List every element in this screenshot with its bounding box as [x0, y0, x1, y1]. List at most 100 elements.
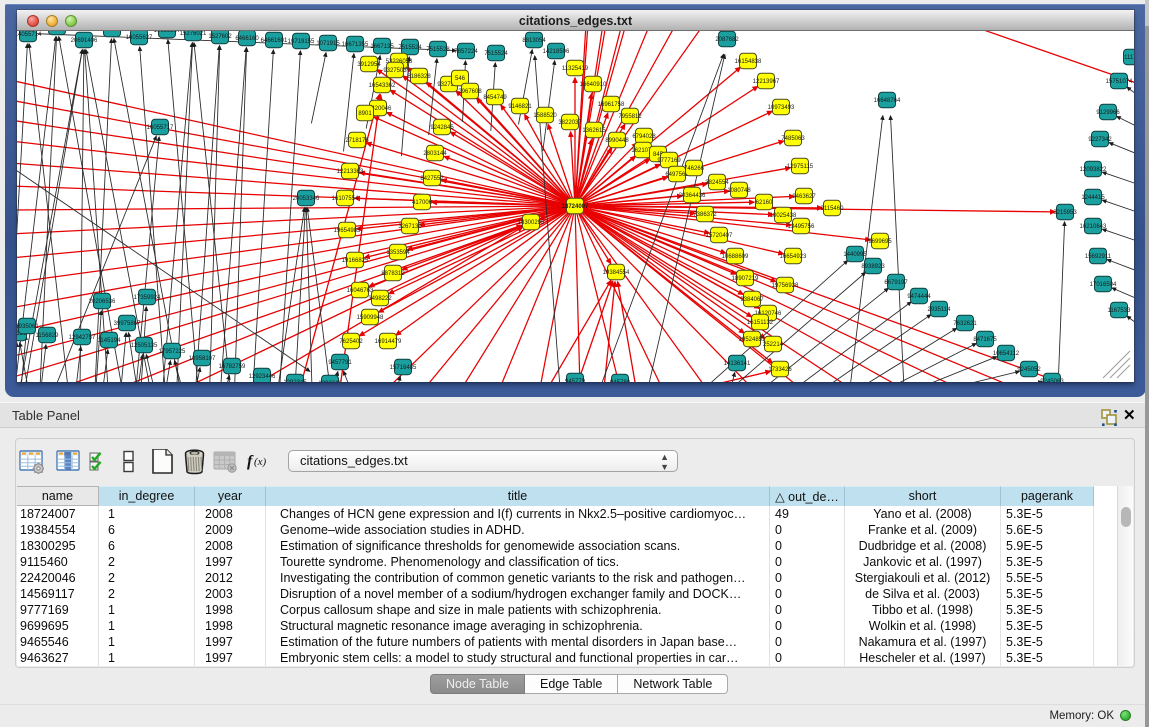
svg-text:12942757: 12942757	[69, 335, 96, 341]
svg-text:39975867: 39975867	[114, 321, 141, 327]
svg-text:62160: 62160	[756, 200, 773, 206]
svg-text:1353594: 1353594	[386, 250, 410, 256]
svg-text:8990448: 8990448	[605, 138, 629, 144]
svg-text:10025438: 10025438	[770, 213, 797, 219]
svg-text:10958107: 10958107	[189, 356, 216, 362]
svg-text:3267130: 3267130	[398, 224, 422, 230]
svg-text:18945451: 18945451	[99, 31, 126, 33]
svg-text:19654983: 19654983	[334, 228, 361, 234]
svg-text:10653267: 10653267	[154, 31, 181, 34]
svg-text:1145194: 1145194	[98, 338, 122, 344]
svg-text:7857224: 7857224	[454, 49, 478, 55]
svg-text:16151132: 16151132	[747, 320, 774, 326]
svg-text:15751074: 15751074	[1106, 79, 1133, 85]
svg-text:14055714: 14055714	[17, 32, 42, 38]
svg-text:64661601: 64661601	[261, 38, 288, 44]
svg-text:15720407: 15720407	[706, 233, 733, 239]
svg-text:11325419: 11325419	[562, 66, 589, 72]
svg-text:1156829: 1156829	[36, 333, 60, 339]
svg-text:f: f	[247, 453, 254, 470]
svg-text:15692911: 15692911	[1085, 254, 1112, 260]
svg-text:17957225: 17957225	[159, 349, 186, 355]
svg-text:9474444: 9474444	[907, 294, 931, 300]
svg-text:16107554: 16107554	[332, 196, 359, 202]
svg-text:9457791: 9457791	[328, 360, 352, 366]
svg-text:11178: 11178	[1124, 55, 1134, 61]
svg-text:9777169: 9777169	[657, 158, 681, 164]
svg-text:12923446: 12923446	[249, 374, 276, 380]
svg-text:19166825: 19166825	[342, 258, 369, 264]
svg-text:7485063: 7485063	[781, 136, 805, 142]
svg-text:20053346: 20053346	[293, 196, 320, 202]
svg-text:2935114: 2935114	[928, 307, 952, 313]
svg-text:10688609: 10688609	[722, 254, 749, 260]
svg-text:2803144: 2803144	[423, 151, 447, 157]
svg-text:2967608: 2967608	[458, 89, 482, 95]
svg-text:252214: 252214	[763, 342, 784, 348]
svg-text:13495756: 13495756	[788, 224, 815, 230]
svg-text:15909948: 15909948	[357, 315, 384, 321]
svg-text:16648764: 16648764	[874, 98, 901, 104]
svg-text:3498222: 3498222	[368, 296, 392, 302]
svg-text:16671355: 16671355	[342, 42, 369, 48]
svg-text:18300295: 18300295	[518, 220, 545, 226]
svg-text:18724007: 18724007	[562, 204, 589, 210]
svg-text:10654112: 10654112	[993, 351, 1020, 357]
svg-text:17016504: 17016504	[1090, 282, 1117, 288]
svg-text:12093822: 12093822	[1080, 167, 1107, 173]
svg-text:16046763: 16046763	[347, 288, 374, 294]
svg-text:20691406: 20691406	[71, 38, 98, 44]
svg-text:7386372: 7386372	[693, 212, 717, 218]
svg-text:20206536: 20206536	[89, 299, 116, 305]
svg-text:7515528: 7515528	[426, 47, 450, 53]
svg-text:7632621: 7632621	[953, 321, 977, 327]
svg-text:10973493: 10973493	[768, 105, 795, 111]
svg-text:15276021: 15276021	[180, 31, 207, 37]
svg-text:12213967: 12213967	[753, 79, 780, 85]
svg-text:3935061: 3935061	[17, 324, 39, 330]
svg-text:8427552: 8427552	[420, 176, 444, 182]
svg-text:8471675: 8471675	[973, 337, 997, 343]
svg-text:9384067: 9384067	[740, 297, 764, 303]
svg-text:6466160: 6466160	[235, 36, 259, 42]
svg-text:16543362: 16543362	[369, 83, 396, 89]
svg-text:15716485: 15716485	[390, 365, 417, 371]
svg-text:2718176: 2718176	[345, 138, 369, 144]
svg-text:12975115: 12975115	[787, 164, 814, 170]
svg-text:10719155: 10719155	[288, 39, 315, 45]
svg-text:14136141: 14136141	[724, 361, 751, 367]
svg-text:546: 546	[455, 76, 466, 82]
svg-text:1440995: 1440995	[843, 252, 867, 258]
svg-text:16154838: 16154838	[735, 59, 762, 65]
svg-text:1292346: 1292346	[318, 381, 342, 382]
svg-text:417006: 417006	[412, 200, 433, 206]
svg-text:8186328: 8186328	[407, 74, 431, 80]
svg-text:1667135: 1667135	[370, 44, 394, 50]
svg-text:18907219: 18907219	[732, 276, 759, 282]
svg-text:1588520: 1588520	[533, 113, 557, 119]
svg-text:7625402: 7625402	[339, 339, 363, 345]
svg-text:16961758: 16961758	[598, 102, 625, 108]
svg-text:1244415: 1244415	[1081, 195, 1105, 201]
svg-text:1527602: 1527602	[208, 34, 232, 40]
svg-text:1362615: 1362615	[582, 128, 606, 134]
svg-text:19524851: 19524851	[739, 337, 766, 343]
svg-text:3912954: 3912954	[357, 62, 381, 68]
svg-text:1080748: 1080748	[727, 188, 751, 194]
svg-text:9245063: 9245063	[1040, 379, 1064, 382]
svg-text:6679197: 6679197	[884, 280, 908, 286]
svg-text:7515524: 7515524	[484, 51, 508, 57]
svg-text:9115460: 9115460	[821, 206, 845, 212]
svg-text:12505135: 12505135	[131, 343, 158, 349]
svg-text:8878312: 8878312	[381, 271, 405, 277]
svg-text:9699695: 9699695	[868, 239, 892, 245]
svg-text:14218506: 14218506	[543, 49, 570, 55]
svg-text:1733426: 1733426	[768, 367, 792, 373]
svg-text:1167533: 1167533	[1108, 308, 1132, 314]
svg-text:19756928: 19756928	[772, 283, 799, 289]
svg-text:20364436: 20364436	[679, 193, 706, 199]
svg-text:9227342: 9227342	[1088, 137, 1112, 143]
svg-text:3215953: 3215953	[1053, 210, 1077, 216]
svg-text:16914479: 16914479	[375, 339, 402, 345]
svg-text:16640910: 16640910	[580, 82, 607, 88]
